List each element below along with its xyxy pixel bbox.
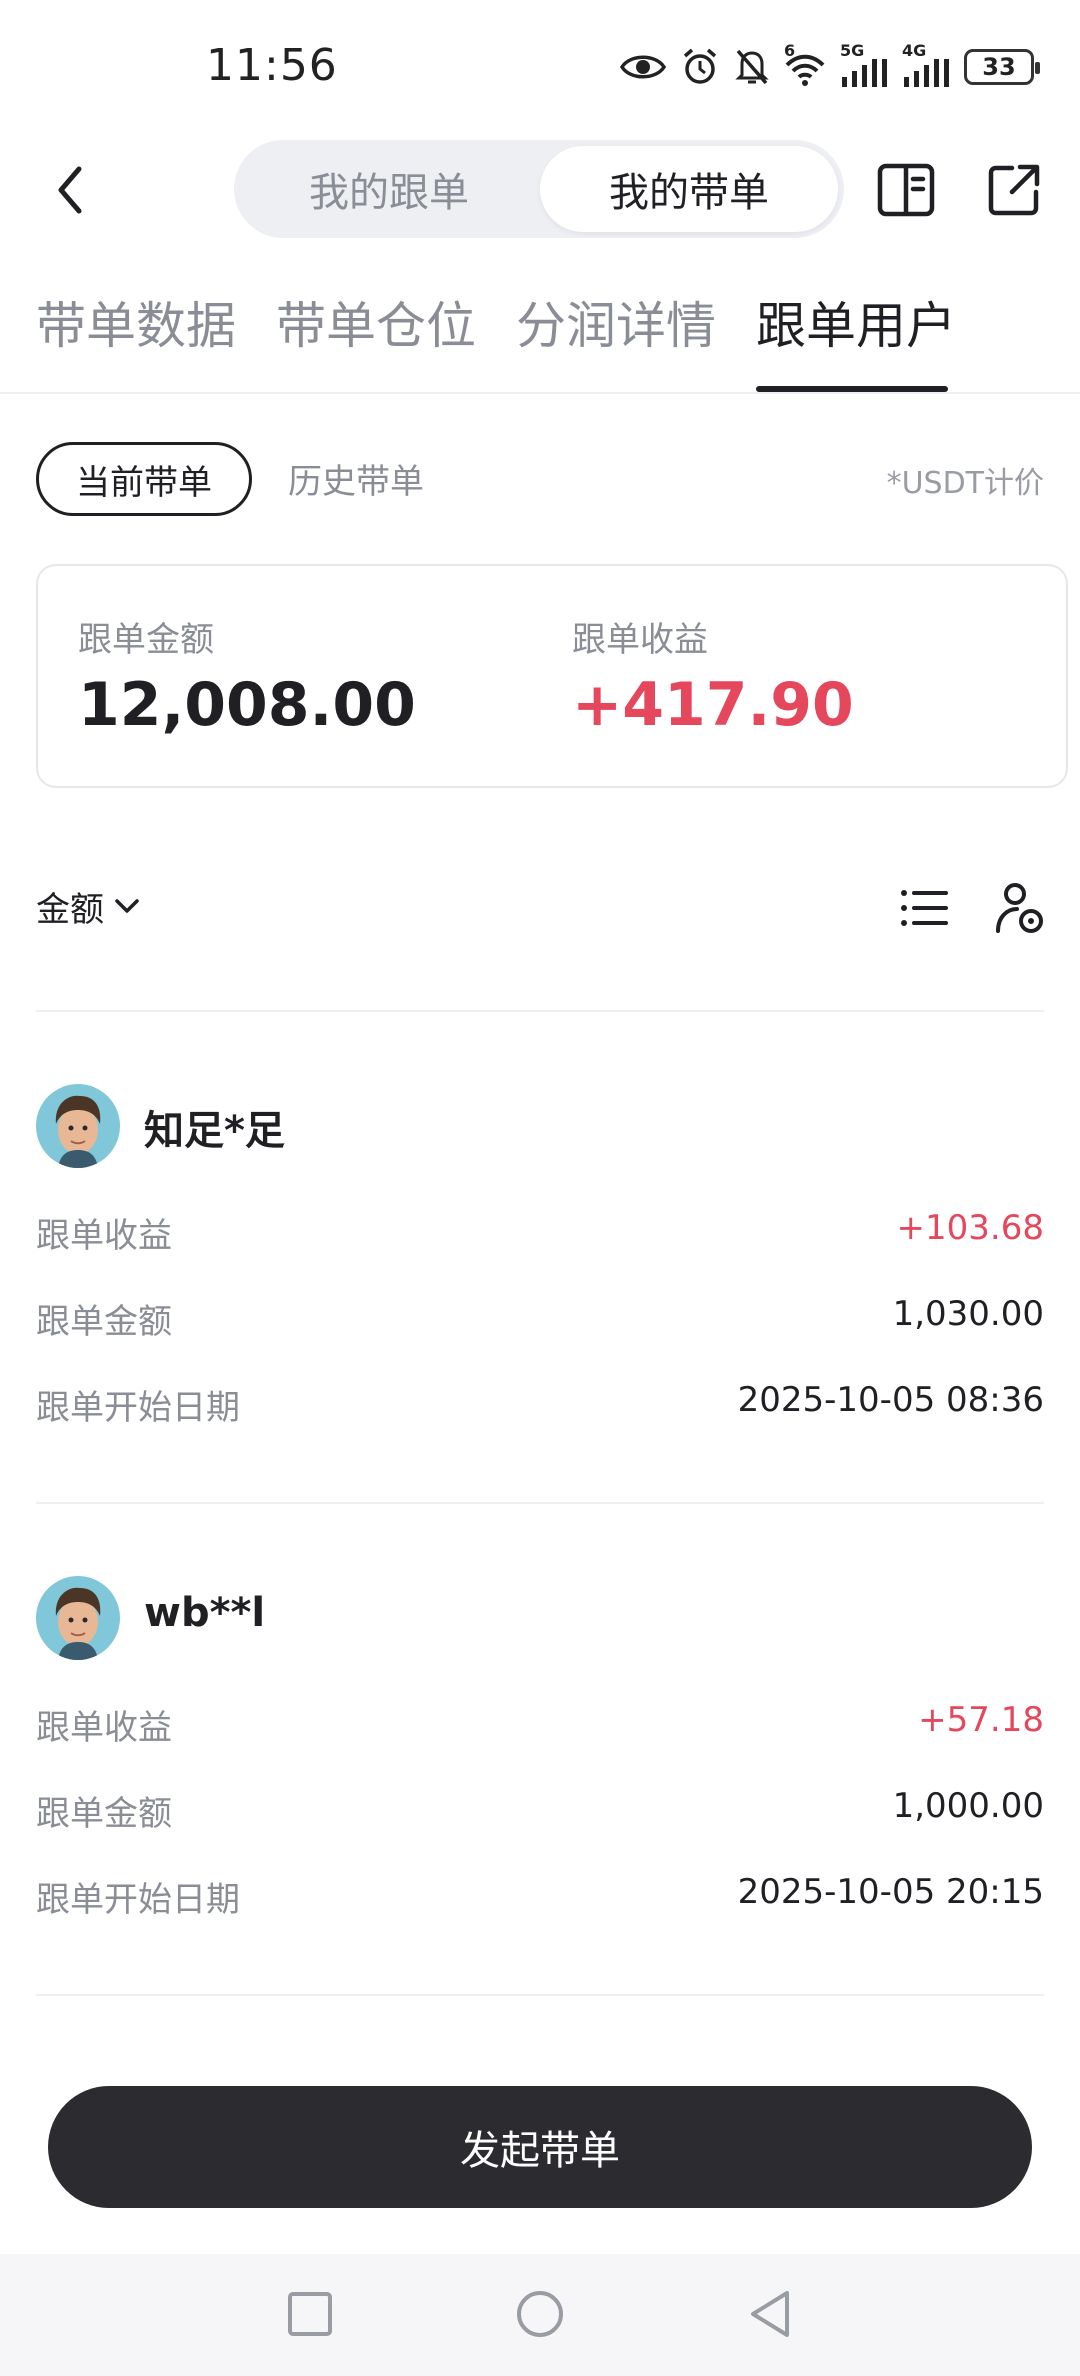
start-date-label: 跟单开始日期 xyxy=(36,1388,240,1428)
sort-label: 金额 xyxy=(36,889,104,930)
recents-button[interactable] xyxy=(280,2284,340,2344)
eye-icon xyxy=(620,55,666,79)
square-icon xyxy=(288,2292,332,2336)
divider xyxy=(36,1994,1044,1996)
amount-value: 1,030.00 xyxy=(892,1294,1044,1334)
active-tab-indicator xyxy=(756,386,948,392)
total-amount-value: 12,008.00 xyxy=(78,670,416,740)
follower-name: wb**l xyxy=(144,1590,266,1636)
start-date-label: 跟单开始日期 xyxy=(36,1880,240,1920)
sort-dropdown[interactable]: 金额 xyxy=(36,880,140,932)
share-button[interactable] xyxy=(982,158,1046,222)
signal-4g-icon: 4G xyxy=(902,41,950,87)
amount-label: 跟单金额 xyxy=(36,1302,172,1342)
role-toggle: 我的跟单 我的带单 xyxy=(234,140,844,238)
status-icons: 6 5G 4G 33 xyxy=(620,41,1040,90)
triangle-back-icon xyxy=(751,2291,789,2337)
wifi-icon: 6 xyxy=(784,41,826,87)
summary-card: 跟单金额 12,008.00 跟单收益 +417.90 xyxy=(36,564,1068,788)
subtab-current[interactable]: 当前带单 xyxy=(36,442,252,516)
divider xyxy=(36,1010,1044,1012)
avatar xyxy=(36,1576,120,1660)
total-amount-label: 跟单金额 xyxy=(78,620,214,660)
profit-label: 跟单收益 xyxy=(36,1708,172,1748)
mute-icon xyxy=(735,49,769,85)
guide-button[interactable] xyxy=(874,158,938,222)
avatar xyxy=(36,1084,120,1168)
subtab-history[interactable]: 历史带单 xyxy=(288,454,424,503)
start-lead-button[interactable]: 发起带单 xyxy=(48,2086,1032,2208)
status-time: 11:56 xyxy=(206,40,338,91)
battery-level: 33 xyxy=(982,53,1016,81)
circle-icon xyxy=(517,2291,563,2337)
profit-value: +57.18 xyxy=(918,1700,1044,1740)
system-back-button[interactable] xyxy=(740,2284,800,2344)
signal-5g-icon: 5G xyxy=(840,41,888,87)
usdt-note: *USDT计价 xyxy=(886,466,1044,501)
chevron-down-icon xyxy=(115,899,139,913)
follower-name: 知足*足 xyxy=(144,1108,285,1154)
battery-icon: 33 xyxy=(964,49,1040,85)
user-settings-icon xyxy=(996,883,1043,933)
divider xyxy=(36,1502,1044,1504)
home-button[interactable] xyxy=(510,2284,570,2344)
tab-lead-data[interactable]: 带单数据 xyxy=(36,286,236,358)
list-view-button[interactable] xyxy=(894,878,954,938)
tab-lead-positions[interactable]: 带单仓位 xyxy=(276,286,476,358)
book-icon xyxy=(877,163,935,217)
system-nav-bar xyxy=(0,2254,1080,2376)
amount-label: 跟单金额 xyxy=(36,1794,172,1834)
total-profit-label: 跟单收益 xyxy=(572,620,708,660)
alarm-icon xyxy=(683,48,717,84)
list-icon xyxy=(901,890,948,926)
total-profit-value: +417.90 xyxy=(572,670,854,740)
back-icon xyxy=(58,166,82,214)
profit-value: +103.68 xyxy=(896,1208,1044,1248)
toggle-my-leads[interactable]: 我的带单 xyxy=(540,146,838,232)
back-button[interactable] xyxy=(40,160,100,220)
tab-profit-share[interactable]: 分润详情 xyxy=(516,286,716,358)
amount-value: 1,000.00 xyxy=(892,1786,1044,1826)
follower-card[interactable]: wb**l 跟单收益 +57.18 跟单金额 1,000.00 跟单开始日期 2… xyxy=(36,1576,1044,1956)
start-date-value: 2025-10-05 20:15 xyxy=(737,1872,1044,1912)
follower-card[interactable]: 知足*足 跟单收益 +103.68 跟单金额 1,030.00 跟单开始日期 2… xyxy=(36,1084,1044,1464)
follower-settings-button[interactable] xyxy=(990,878,1050,938)
profit-label: 跟单收益 xyxy=(36,1216,172,1256)
tab-followers[interactable]: 跟单用户 xyxy=(756,286,956,358)
share-icon xyxy=(988,164,1040,216)
start-date-value: 2025-10-05 08:36 xyxy=(737,1380,1044,1420)
main-tabs: 带单数据 带单仓位 分润详情 跟单用户 xyxy=(0,272,1080,394)
header: 我的跟单 我的带单 xyxy=(0,136,1080,244)
toggle-my-follows[interactable]: 我的跟单 xyxy=(240,146,538,232)
status-bar: 11:56 6 5G 4G 33 xyxy=(0,0,1080,136)
